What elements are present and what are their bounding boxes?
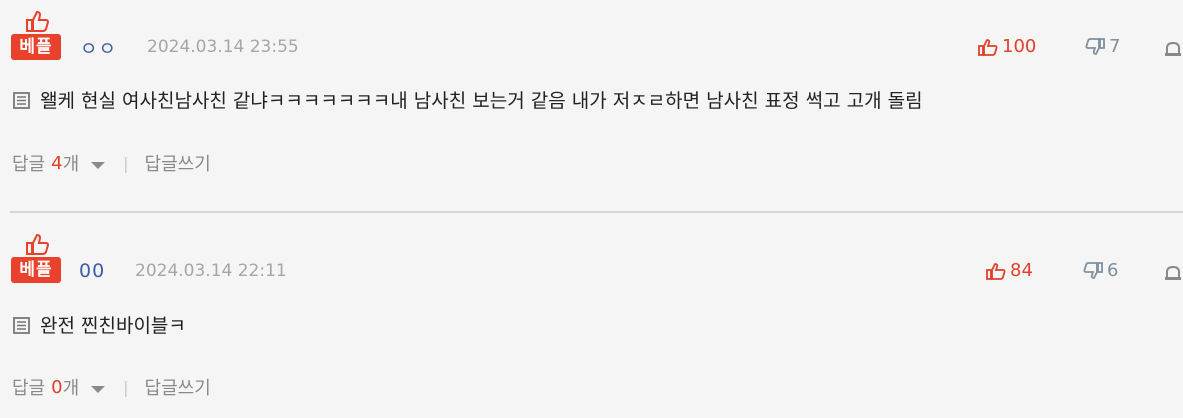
reply-unit: 개 <box>62 154 80 175</box>
best-label: 베플 <box>11 34 61 60</box>
document-icon <box>13 316 30 334</box>
thumbs-up-icon <box>978 38 998 56</box>
comment-body: 완전 찐친바이블ㅋ <box>12 311 186 338</box>
upvote-button[interactable]: 84 <box>986 260 1033 281</box>
separator: | <box>123 153 129 173</box>
separator: | <box>123 377 129 397</box>
reply-row: 답글 0 개 | 답글쓰기 <box>12 374 211 400</box>
write-reply-link[interactable]: 답글쓰기 <box>145 150 211 176</box>
best-comment-badge: 베플 <box>11 233 61 285</box>
downvote-button[interactable]: 7 <box>1085 36 1120 57</box>
caret-down-icon <box>91 161 106 169</box>
best-comment-badge: 베플 <box>11 10 61 62</box>
comment-text: 완전 찐친바이블ㅋ <box>40 315 186 337</box>
comment-date: 2024.03.14 23:55 <box>147 37 299 57</box>
reply-toggle[interactable]: 답글 4 개 <box>12 150 106 176</box>
comment-body: 왤케 현실 여사친남사친 같냐ㅋㅋㅋㅋㅋㅋㅋ내 남사친 보는거 같음 내가 저ㅈ… <box>12 86 923 113</box>
comment-text: 왤케 현실 여사친남사친 같냐ㅋㅋㅋㅋㅋㅋㅋ내 남사친 보는거 같음 내가 저ㅈ… <box>40 90 923 112</box>
comment-date: 2024.03.14 22:11 <box>135 261 287 281</box>
downvote-count: 7 <box>1109 36 1121 57</box>
upvote-count: 100 <box>1002 36 1037 57</box>
reply-toggle[interactable]: 답글 0 개 <box>12 374 106 400</box>
document-icon <box>13 91 30 109</box>
reply-label: 답글 <box>12 378 46 399</box>
reply-row: 답글 4 개 | 답글쓰기 <box>12 150 211 176</box>
report-icon[interactable] <box>1163 262 1183 282</box>
downvote-button[interactable]: 6 <box>1083 260 1118 281</box>
comment-item: 베플 00 2024.03.14 22:11 84 6 완전 찐친바이블ㅋ 답글… <box>0 213 1183 418</box>
upvote-count: 84 <box>1010 260 1033 281</box>
thumbs-up-best-icon <box>26 10 49 32</box>
caret-down-icon <box>91 385 106 393</box>
nickname[interactable]: ㅇㅇ <box>80 34 117 61</box>
comment-item: 베플 ㅇㅇ 2024.03.14 23:55 100 7 왤케 현실 여사친남사… <box>0 0 1183 212</box>
nickname[interactable]: 00 <box>79 260 105 282</box>
reply-count: 4 <box>51 152 63 174</box>
reply-label: 답글 <box>12 154 46 175</box>
thumbs-down-icon <box>1085 37 1105 55</box>
upvote-button[interactable]: 100 <box>978 36 1036 57</box>
downvote-count: 6 <box>1107 260 1119 281</box>
best-label: 베플 <box>11 257 61 283</box>
thumbs-up-best-icon <box>26 233 49 255</box>
report-icon[interactable] <box>1163 38 1183 58</box>
thumbs-up-icon <box>986 262 1006 280</box>
thumbs-down-icon <box>1083 261 1103 279</box>
write-reply-link[interactable]: 답글쓰기 <box>145 374 211 400</box>
reply-count: 0 <box>51 376 63 398</box>
reply-unit: 개 <box>62 378 80 399</box>
